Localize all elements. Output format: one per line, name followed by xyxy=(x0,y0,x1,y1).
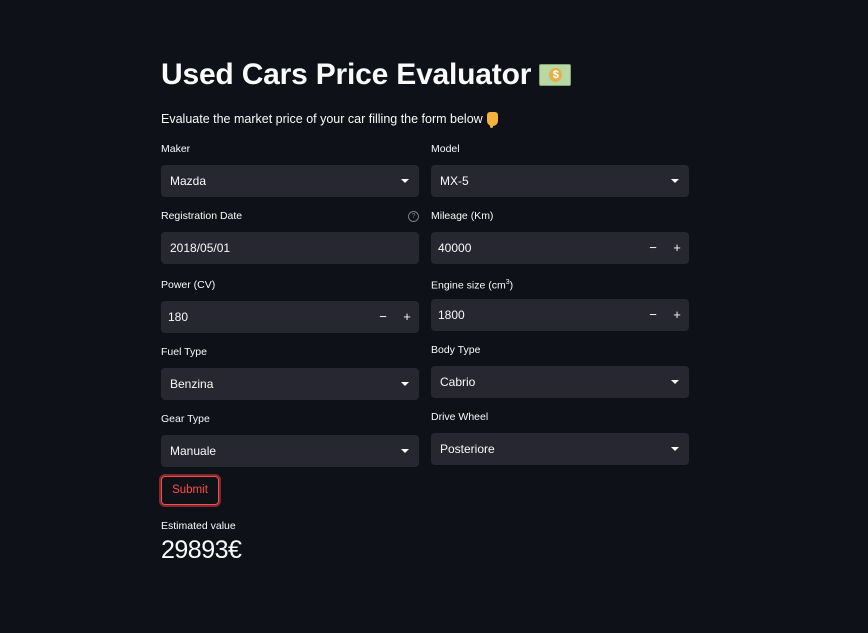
page-subtitle-text: Evaluate the market price of your car fi… xyxy=(161,112,483,126)
submit-button[interactable]: Submit xyxy=(161,476,219,505)
registration-date-field: Registration Date ? 2018/05/01 xyxy=(161,209,419,264)
model-field: Model MX-5 xyxy=(431,142,689,197)
engine-size-input[interactable]: 1800 xyxy=(433,301,641,329)
chevron-down-icon xyxy=(671,447,679,451)
power-increment-button[interactable]: + xyxy=(395,301,419,333)
model-label: Model xyxy=(431,143,460,155)
app-page: Used Cars Price Evaluator $ Evaluate the… xyxy=(0,0,868,633)
body-type-value: Cabrio xyxy=(440,375,476,389)
mileage-field: Mileage (Km) 40000 − + xyxy=(431,209,689,264)
power-label: Power (CV) xyxy=(161,279,216,291)
money-with-wings-icon: $ xyxy=(539,64,572,86)
chevron-down-icon xyxy=(401,449,409,453)
engine-size-field: Engine size (cm3) 1800 − + xyxy=(431,276,689,331)
estimated-value: 29893€ xyxy=(161,536,242,564)
gear-type-label: Gear Type xyxy=(161,413,210,425)
page-title: Used Cars Price Evaluator $ xyxy=(161,58,572,92)
registration-date-label: Registration Date ? xyxy=(161,209,419,223)
engine-size-label-end: ) xyxy=(509,279,514,292)
maker-label: Maker xyxy=(161,143,191,155)
fuel-type-field: Fuel Type Benzina xyxy=(161,345,419,400)
mileage-value: 40000 xyxy=(438,241,472,255)
power-input[interactable]: 180 xyxy=(163,303,371,331)
gear-type-value: Manuale xyxy=(170,444,217,458)
power-value: 180 xyxy=(168,310,189,324)
power-number-box: 180 − + xyxy=(161,301,419,333)
chevron-down-icon xyxy=(671,179,679,183)
maker-value: Mazda xyxy=(170,174,207,188)
page-subtitle: Evaluate the market price of your car fi… xyxy=(161,112,498,128)
chevron-down-icon xyxy=(401,382,409,386)
estimated-value-label: Estimated value xyxy=(161,520,236,532)
power-decrement-button[interactable]: − xyxy=(371,301,395,333)
mileage-label: Mileage (Km) xyxy=(431,210,494,222)
help-icon[interactable]: ? xyxy=(408,211,419,222)
power-field: Power (CV) 180 − + xyxy=(161,278,419,333)
pointing-down-icon xyxy=(486,112,498,128)
registration-date-input[interactable]: 2018/05/01 xyxy=(161,232,419,264)
drive-wheel-value: Posteriore xyxy=(440,442,495,456)
fuel-type-label: Fuel Type xyxy=(161,346,207,358)
engine-size-number-box: 1800 − + xyxy=(431,299,689,331)
gear-type-field: Gear Type Manuale xyxy=(161,412,419,467)
page-title-text: Used Cars Price Evaluator xyxy=(161,58,532,91)
chevron-down-icon xyxy=(401,179,409,183)
body-type-label: Body Type xyxy=(431,344,481,356)
engine-size-increment-button[interactable]: + xyxy=(665,299,689,331)
model-select[interactable]: MX-5 xyxy=(431,165,689,197)
mileage-decrement-button[interactable]: − xyxy=(641,232,665,264)
chevron-down-icon xyxy=(671,380,679,384)
fuel-type-value: Benzina xyxy=(170,377,214,391)
drive-wheel-field: Drive Wheel Posteriore xyxy=(431,410,689,465)
body-type-field: Body Type Cabrio xyxy=(431,343,689,398)
maker-field: Maker Mazda xyxy=(161,142,419,197)
engine-size-decrement-button[interactable]: − xyxy=(641,299,665,331)
engine-size-label: Engine size (cm3) xyxy=(431,276,689,292)
body-type-select[interactable]: Cabrio xyxy=(431,366,689,398)
drive-wheel-label: Drive Wheel xyxy=(431,411,489,423)
engine-size-label-text: Engine size (cm xyxy=(431,279,506,292)
registration-date-label-text: Registration Date xyxy=(161,210,243,222)
gear-type-select[interactable]: Manuale xyxy=(161,435,419,467)
drive-wheel-select[interactable]: Posteriore xyxy=(431,433,689,465)
maker-select[interactable]: Mazda xyxy=(161,165,419,197)
fuel-type-select[interactable]: Benzina xyxy=(161,368,419,400)
mileage-number-box: 40000 − + xyxy=(431,232,689,264)
model-value: MX-5 xyxy=(440,174,469,188)
registration-date-value: 2018/05/01 xyxy=(170,241,231,255)
mileage-increment-button[interactable]: + xyxy=(665,232,689,264)
mileage-input[interactable]: 40000 xyxy=(433,234,641,262)
engine-size-value: 1800 xyxy=(438,308,465,322)
